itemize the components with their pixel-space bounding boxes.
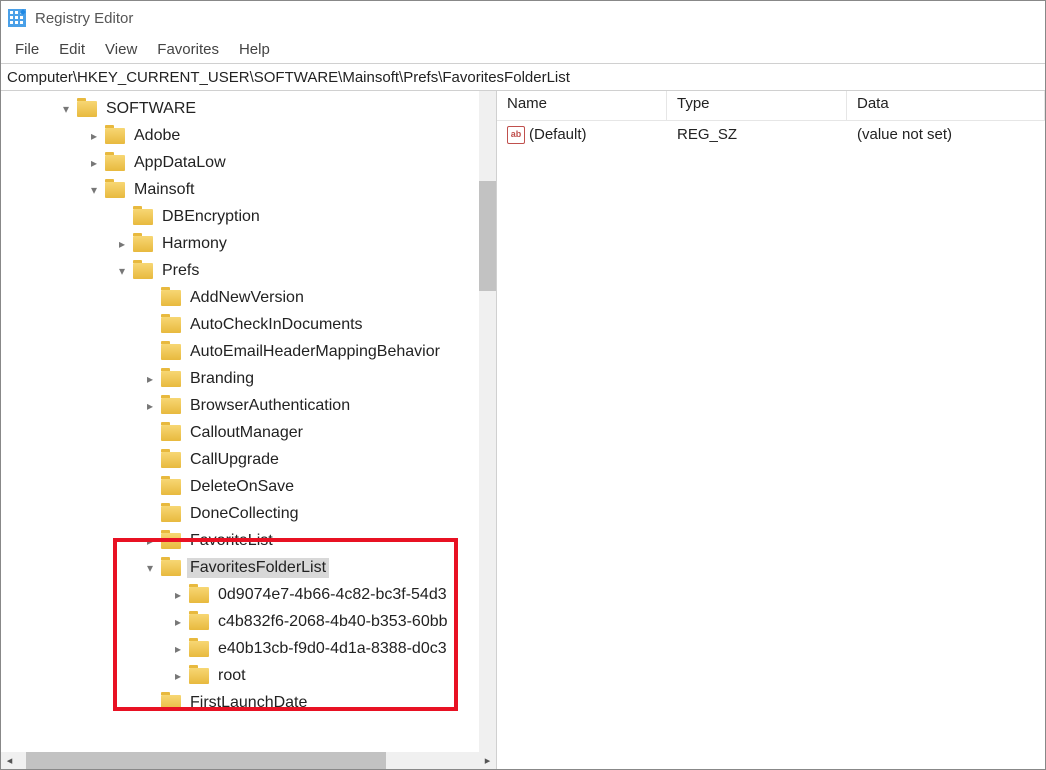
- menu-view[interactable]: View: [95, 38, 147, 61]
- folder-icon: [77, 101, 97, 117]
- tree-item-software[interactable]: ▾ SOFTWARE: [1, 95, 496, 122]
- tree-item-guid3[interactable]: ▸ e40b13cb-f9d0-4d1a-8388-d0c3: [1, 635, 496, 662]
- scroll-right-icon[interactable]: ▸: [479, 752, 496, 769]
- chevron-down-icon[interactable]: ▾: [57, 100, 75, 118]
- chevron-down-icon[interactable]: ▾: [113, 262, 131, 280]
- tree-item-callupgrade[interactable]: ▸ CallUpgrade: [1, 446, 496, 473]
- folder-icon: [161, 695, 181, 711]
- window-title: Registry Editor: [35, 10, 133, 27]
- column-header-type[interactable]: Type: [667, 91, 847, 120]
- titlebar: Registry Editor: [1, 1, 1045, 35]
- tree-item-prefs[interactable]: ▾ Prefs: [1, 257, 496, 284]
- folder-icon: [161, 317, 181, 333]
- folder-icon: [161, 560, 181, 576]
- tree-item-mainsoft[interactable]: ▾ Mainsoft: [1, 176, 496, 203]
- tree-item-branding[interactable]: ▸ Branding: [1, 365, 496, 392]
- main-area: ▾ SOFTWARE ▸ Adobe ▸ AppDataL: [1, 91, 1045, 769]
- folder-icon: [161, 506, 181, 522]
- chevron-right-icon[interactable]: ▸: [169, 640, 187, 658]
- folder-icon: [161, 533, 181, 549]
- scrollbar-thumb[interactable]: [26, 752, 386, 769]
- menu-file[interactable]: File: [5, 38, 49, 61]
- folder-icon: [105, 128, 125, 144]
- scrollbar-thumb[interactable]: [479, 181, 496, 291]
- menu-favorites[interactable]: Favorites: [147, 38, 229, 61]
- chevron-down-icon[interactable]: ▾: [85, 181, 103, 199]
- folder-icon: [133, 236, 153, 252]
- tree-view[interactable]: ▾ SOFTWARE ▸ Adobe ▸ AppDataL: [1, 91, 496, 752]
- tree-item-favoritelist[interactable]: ▸ FavoriteList: [1, 527, 496, 554]
- chevron-right-icon[interactable]: ▸: [113, 235, 131, 253]
- folder-icon: [189, 614, 209, 630]
- list-body[interactable]: ab (Default) REG_SZ (value not set): [497, 121, 1045, 769]
- folder-icon: [161, 371, 181, 387]
- tree-item-root[interactable]: ▸ root: [1, 662, 496, 689]
- chevron-right-icon[interactable]: ▸: [169, 586, 187, 604]
- folder-icon: [161, 425, 181, 441]
- chevron-right-icon[interactable]: ▸: [141, 370, 159, 388]
- folder-icon: [189, 587, 209, 603]
- tree-item-dbencryption[interactable]: ▸ DBEncryption: [1, 203, 496, 230]
- app-icon: [7, 8, 27, 28]
- tree-item-calloutmanager[interactable]: ▸ CalloutManager: [1, 419, 496, 446]
- list-header: Name Type Data: [497, 91, 1045, 121]
- column-header-name[interactable]: Name: [497, 91, 667, 120]
- tree-item-firstlaunchdate[interactable]: ▸ FirstLaunchDate: [1, 689, 496, 716]
- string-value-icon: ab: [507, 126, 525, 144]
- horizontal-scrollbar[interactable]: ◂ ▸: [1, 752, 496, 769]
- folder-icon: [161, 452, 181, 468]
- tree-item-browserauth[interactable]: ▸ BrowserAuthentication: [1, 392, 496, 419]
- folder-icon: [161, 398, 181, 414]
- column-header-data[interactable]: Data: [847, 91, 1045, 120]
- tree-item-appdatalow[interactable]: ▸ AppDataLow: [1, 149, 496, 176]
- tree-item-addnewversion[interactable]: ▸ AddNewVersion: [1, 284, 496, 311]
- folder-icon: [161, 344, 181, 360]
- chevron-right-icon[interactable]: ▸: [141, 532, 159, 550]
- folder-icon: [133, 209, 153, 225]
- folder-icon: [161, 479, 181, 495]
- tree-pane: ▾ SOFTWARE ▸ Adobe ▸ AppDataL: [1, 91, 497, 769]
- value-name: (Default): [529, 126, 587, 143]
- folder-icon: [189, 641, 209, 657]
- values-pane: Name Type Data ab (Default) REG_SZ (valu…: [497, 91, 1045, 769]
- folder-icon: [105, 182, 125, 198]
- address-text: Computer\HKEY_CURRENT_USER\SOFTWARE\Main…: [7, 69, 570, 86]
- vertical-scrollbar[interactable]: [479, 91, 496, 752]
- list-row[interactable]: ab (Default) REG_SZ (value not set): [497, 121, 1045, 148]
- tree-item-deleteonsave[interactable]: ▸ DeleteOnSave: [1, 473, 496, 500]
- folder-icon: [133, 263, 153, 279]
- menu-help[interactable]: Help: [229, 38, 280, 61]
- chevron-right-icon[interactable]: ▸: [85, 127, 103, 145]
- tree-item-favoritesfolderlist[interactable]: ▾ FavoritesFolderList: [1, 554, 496, 581]
- folder-icon: [105, 155, 125, 171]
- tree-item-autoemailheader[interactable]: ▸ AutoEmailHeaderMappingBehavior: [1, 338, 496, 365]
- folder-icon: [189, 668, 209, 684]
- chevron-right-icon[interactable]: ▸: [141, 397, 159, 415]
- menu-edit[interactable]: Edit: [49, 38, 95, 61]
- scroll-left-icon[interactable]: ◂: [1, 752, 18, 769]
- tree-item-autocheckindocuments[interactable]: ▸ AutoCheckInDocuments: [1, 311, 496, 338]
- chevron-right-icon[interactable]: ▸: [169, 667, 187, 685]
- tree-item-guid2[interactable]: ▸ c4b832f6-2068-4b40-b353-60bb: [1, 608, 496, 635]
- chevron-down-icon[interactable]: ▾: [141, 559, 159, 577]
- tree-item-harmony[interactable]: ▸ Harmony: [1, 230, 496, 257]
- tree-item-adobe[interactable]: ▸ Adobe: [1, 122, 496, 149]
- address-bar[interactable]: Computer\HKEY_CURRENT_USER\SOFTWARE\Main…: [1, 63, 1045, 91]
- folder-icon: [161, 290, 181, 306]
- tree-item-guid1[interactable]: ▸ 0d9074e7-4b66-4c82-bc3f-54d3: [1, 581, 496, 608]
- menubar: File Edit View Favorites Help: [1, 35, 1045, 63]
- value-type: REG_SZ: [667, 126, 847, 143]
- registry-editor-window: Registry Editor File Edit View Favorites…: [0, 0, 1046, 770]
- tree-item-donecollecting[interactable]: ▸ DoneCollecting: [1, 500, 496, 527]
- value-data: (value not set): [847, 126, 1045, 143]
- chevron-right-icon[interactable]: ▸: [169, 613, 187, 631]
- chevron-right-icon[interactable]: ▸: [85, 154, 103, 172]
